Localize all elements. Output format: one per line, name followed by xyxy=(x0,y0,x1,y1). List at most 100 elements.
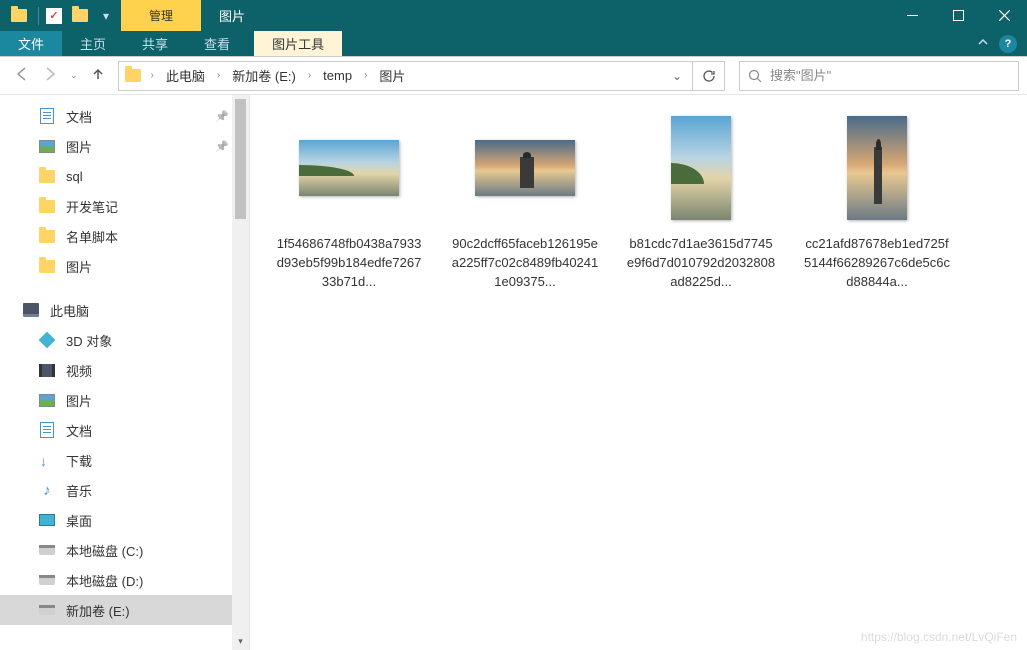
watermark: https://blog.csdn.net/LvQiFen xyxy=(861,630,1017,644)
pc-icon xyxy=(22,301,40,319)
tree-item-label: sql xyxy=(66,169,83,184)
doc-icon xyxy=(38,421,56,439)
folder-icon xyxy=(38,167,56,185)
disk-icon xyxy=(38,571,56,589)
maximize-button[interactable] xyxy=(935,0,981,31)
tree-item[interactable]: 3D 对象 xyxy=(0,325,249,355)
tab-picture-tools[interactable]: 图片工具 xyxy=(254,31,342,56)
folder-icon xyxy=(38,197,56,215)
up-button[interactable] xyxy=(90,66,106,85)
obj3d-icon xyxy=(38,331,56,349)
image-thumbnail xyxy=(299,140,399,196)
forward-button[interactable] xyxy=(42,66,58,85)
history-dropdown-icon[interactable]: ⌄ xyxy=(70,70,78,81)
sidebar-scrollbar[interactable]: ▴ ▾ xyxy=(232,95,249,650)
tree-item[interactable]: 图片 xyxy=(0,385,249,415)
chevron-right-icon[interactable]: › xyxy=(302,70,317,81)
chevron-right-icon[interactable]: › xyxy=(211,70,226,81)
doc-icon xyxy=(38,107,56,125)
window-controls xyxy=(889,0,1027,31)
file-name: 1f54686748fb0438a7933d93eb5f99b184edfe72… xyxy=(274,235,424,292)
location-folder-icon[interactable] xyxy=(123,69,143,82)
tree-item[interactable]: sql xyxy=(0,161,249,191)
chevron-right-icon[interactable]: › xyxy=(358,70,373,81)
music-icon xyxy=(38,481,56,499)
breadcrumb-dropdown-icon[interactable]: ⌄ xyxy=(666,69,688,83)
image-thumbnail xyxy=(671,116,731,220)
breadcrumb-item[interactable]: temp xyxy=(319,68,356,83)
file-name: 90c2dcff65faceb126195ea225ff7c02c8489fb4… xyxy=(450,235,600,292)
tree-item[interactable]: 桌面 xyxy=(0,505,249,535)
qat-dropdown-icon[interactable]: ▾ xyxy=(95,5,117,27)
tree-item-label: 名单脚本 xyxy=(66,227,118,246)
navigation-bar: ⌄ › 此电脑 › 新加卷 (E:) › temp › 图片 ⌄ xyxy=(0,57,1027,95)
tree-item[interactable]: 此电脑 xyxy=(0,295,249,325)
back-button[interactable] xyxy=(14,66,30,85)
tab-home[interactable]: 主页 xyxy=(62,31,124,56)
breadcrumb-item[interactable]: 图片 xyxy=(375,66,409,85)
tree-item-label: 开发笔记 xyxy=(66,197,118,216)
scrollbar-thumb[interactable] xyxy=(235,99,246,219)
refresh-button[interactable] xyxy=(693,61,725,91)
chevron-right-icon[interactable]: › xyxy=(145,70,160,81)
properties-icon[interactable]: ✓ xyxy=(43,5,65,27)
file-item[interactable]: 1f54686748fb0438a7933d93eb5f99b184edfe72… xyxy=(274,113,424,292)
close-button[interactable] xyxy=(981,0,1027,31)
tab-file[interactable]: 文件 xyxy=(0,31,62,56)
folder-icon[interactable] xyxy=(8,5,30,27)
tree-item-label: 此电脑 xyxy=(50,301,89,320)
search-box[interactable] xyxy=(739,61,1019,91)
breadcrumb-item[interactable]: 新加卷 (E:) xyxy=(228,66,300,85)
tree-item-label: 音乐 xyxy=(66,481,92,500)
minimize-ribbon-icon[interactable] xyxy=(977,36,989,51)
folder-icon xyxy=(38,227,56,245)
scroll-down-icon[interactable]: ▾ xyxy=(232,633,249,650)
file-name: b81cdc7d1ae3615d7745e9f6d7d010792d203280… xyxy=(626,235,776,292)
image-thumbnail xyxy=(475,140,575,196)
disk-icon xyxy=(38,601,56,619)
tree-item[interactable]: 视频 xyxy=(0,355,249,385)
navigation-pane: 文档📌图片📌sql开发笔记名单脚本图片此电脑3D 对象视频图片文档下载音乐桌面本… xyxy=(0,95,250,650)
tree-item[interactable]: 音乐 xyxy=(0,475,249,505)
tree-item-label: 文档 xyxy=(66,421,92,440)
tree-item-label: 本地磁盘 (C:) xyxy=(66,541,143,560)
tree-item-label: 新加卷 (E:) xyxy=(66,601,130,620)
pin-icon: 📌 xyxy=(215,140,229,153)
download-icon xyxy=(38,451,56,469)
tree-item-label: 视频 xyxy=(66,361,92,380)
folder-icon xyxy=(38,257,56,275)
tree-item-label: 图片 xyxy=(66,257,92,276)
tree-item-label: 文档 xyxy=(66,107,92,126)
new-folder-icon[interactable] xyxy=(69,5,91,27)
tab-share[interactable]: 共享 xyxy=(124,31,186,56)
file-item[interactable]: cc21afd87678eb1ed725f5144f66289267c6de5c… xyxy=(802,113,952,292)
file-item[interactable]: 90c2dcff65faceb126195ea225ff7c02c8489fb4… xyxy=(450,113,600,292)
tree-item[interactable]: 文档📌 xyxy=(0,101,249,131)
tree-item-label: 图片 xyxy=(66,391,92,410)
tree-item[interactable]: 新加卷 (E:) xyxy=(0,595,249,625)
tree-item[interactable]: 图片📌 xyxy=(0,131,249,161)
tree-item-label: 本地磁盘 (D:) xyxy=(66,571,143,590)
tree-item[interactable]: 名单脚本 xyxy=(0,221,249,251)
tree-item-label: 下载 xyxy=(66,451,92,470)
tree-item[interactable]: 本地磁盘 (C:) xyxy=(0,535,249,565)
desktop-icon xyxy=(38,511,56,529)
file-name: cc21afd87678eb1ed725f5144f66289267c6de5c… xyxy=(802,235,952,292)
file-item[interactable]: b81cdc7d1ae3615d7745e9f6d7d010792d203280… xyxy=(626,113,776,292)
disk-icon xyxy=(38,541,56,559)
tree-item[interactable]: 下载 xyxy=(0,445,249,475)
pic-icon xyxy=(38,391,56,409)
breadcrumb-item[interactable]: 此电脑 xyxy=(162,66,209,85)
search-input[interactable] xyxy=(770,68,1010,83)
breadcrumb[interactable]: › 此电脑 › 新加卷 (E:) › temp › 图片 ⌄ xyxy=(118,61,693,91)
content-pane: 1f54686748fb0438a7933d93eb5f99b184edfe72… xyxy=(250,95,1027,650)
tab-view[interactable]: 查看 xyxy=(186,31,248,56)
tree-item[interactable]: 开发笔记 xyxy=(0,191,249,221)
minimize-button[interactable] xyxy=(889,0,935,31)
tree-item[interactable]: 本地磁盘 (D:) xyxy=(0,565,249,595)
tree-item[interactable]: 文档 xyxy=(0,415,249,445)
tree-item[interactable]: 图片 xyxy=(0,251,249,281)
window-title: 图片 xyxy=(219,6,245,25)
quick-access-toolbar: ✓ ▾ xyxy=(0,5,121,27)
help-icon[interactable]: ? xyxy=(999,35,1017,53)
